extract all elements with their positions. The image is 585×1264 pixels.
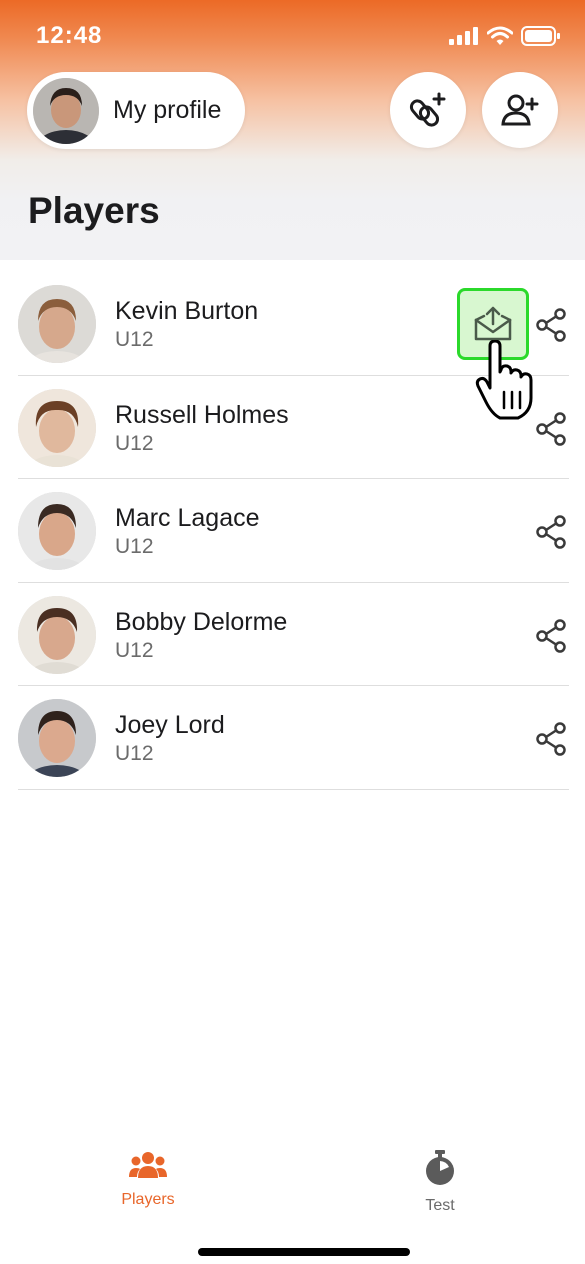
player-name: Bobby Delorme [115,607,288,636]
team-icon [129,1152,167,1178]
tab-players[interactable]: Players [88,1150,208,1209]
share-icon[interactable] [535,308,567,342]
wifi-icon [487,26,513,45]
player-team: U12 [115,638,154,662]
player-name: Kevin Burton [115,297,259,325]
player-team: U12 [115,742,154,765]
player-name: Marc Lagace [115,504,260,532]
share-icon[interactable] [535,515,567,549]
player-avatar [18,285,96,363]
my-profile-button[interactable]: My profile [27,72,245,149]
status-time: 12:48 [36,22,103,49]
profile-label: My profile [113,96,222,124]
user-plus-icon [501,94,539,126]
player-avatar [18,699,96,777]
tab-label: Test [425,1197,455,1214]
link-add-button[interactable] [390,72,466,148]
add-player-button[interactable] [482,72,558,148]
tab-bar: Players Test [0,1140,585,1230]
share-icon[interactable] [535,722,567,756]
player-row[interactable]: Bobby Delorme U12 [18,583,569,686]
link-plus-icon [409,92,446,127]
stopwatch-icon [426,1150,454,1185]
envelope-upload-icon [474,306,512,341]
tab-label: Players [121,1191,175,1208]
status-bar: 12:48 [0,0,585,70]
profile-avatar [33,77,99,144]
share-icon[interactable] [535,618,567,653]
player-avatar [18,492,96,570]
player-team: U12 [115,535,154,558]
player-name: Russell Holmes [115,400,289,429]
player-team: U12 [115,328,154,351]
player-row[interactable]: Marc Lagace U12 [18,479,569,583]
status-icons [449,26,561,46]
player-avatar [18,388,96,467]
tab-test[interactable]: Test [380,1150,500,1215]
player-avatar [18,595,96,674]
pointer-hand-icon [475,340,533,420]
battery-icon [521,26,560,46]
player-name: Joey Lord [115,711,225,739]
page-title: Players [28,190,160,231]
home-indicator [198,1248,410,1256]
player-row[interactable]: Joey Lord U12 [18,686,569,790]
cellular-signal-icon [449,27,478,45]
player-team: U12 [115,431,154,455]
